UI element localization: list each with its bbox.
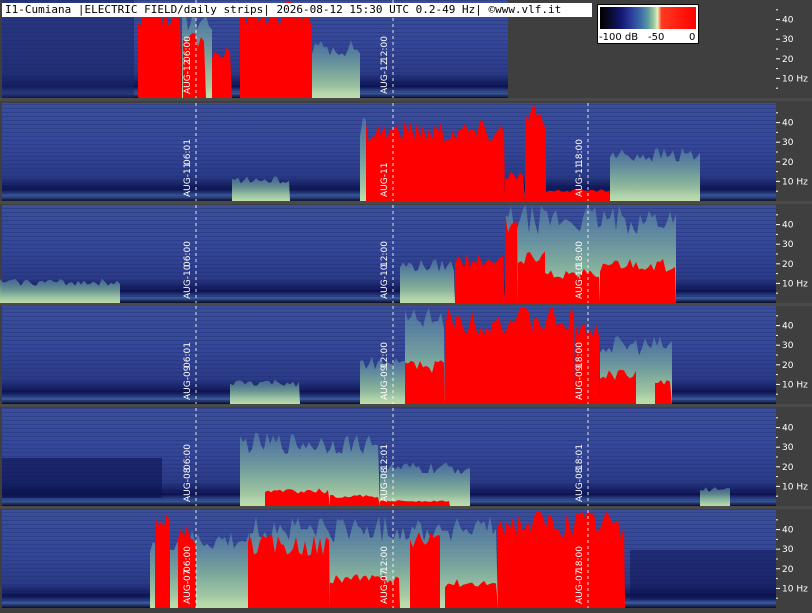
strip-date-label: AUG-10 bbox=[183, 264, 193, 299]
color-scale-legend: -100 dB -50 0 bbox=[597, 4, 699, 44]
strip-time-label: 06:01 bbox=[183, 342, 193, 368]
saturated-band bbox=[405, 360, 445, 404]
strip-time-label: 06:00 bbox=[183, 546, 193, 572]
strip-aug-10: AUG-1006:00AUG-1012:00AUG-1018:004030201… bbox=[0, 205, 812, 306]
strip-date-label: AUG-09 bbox=[575, 365, 585, 400]
axis-tick-label: 20 bbox=[782, 260, 794, 270]
strip-time-label: 12:00 bbox=[380, 241, 390, 267]
strip-date-label: AUG-07 bbox=[575, 570, 585, 604]
axis-tick-label: 30 bbox=[782, 138, 794, 148]
strip-date-label: AUG-10 bbox=[575, 264, 585, 299]
strip-date-label: AUG-12 bbox=[380, 60, 390, 94]
legend-max-label: 0 bbox=[689, 32, 696, 43]
strip-date-label: AUG-09 bbox=[380, 365, 390, 400]
spectrogram-strips: AUG-1206:00AUG-1212:0040302010 HzAUG-110… bbox=[0, 0, 812, 608]
strip-time-label: 18:00 bbox=[575, 546, 585, 572]
strip-time-label: 06:01 bbox=[183, 139, 193, 165]
axis-tick-label: 10 Hz bbox=[782, 380, 808, 390]
frequency-axis: 40 30 20 10 Hz bbox=[776, 519, 808, 599]
strip-date-label: AUG-09 bbox=[183, 365, 193, 400]
night-region bbox=[2, 458, 162, 498]
strip-aug-08: AUG-0806:00AUG-0812:01AUG-0818:014030201… bbox=[0, 408, 812, 509]
noise-band bbox=[0, 278, 120, 303]
strip-time-label: 12:01 bbox=[380, 444, 390, 470]
strip-time-label: 18:00 bbox=[575, 342, 585, 368]
axis-tick-label: 40 bbox=[782, 16, 794, 26]
frequency-axis: 40 30 20 10 Hz bbox=[776, 214, 808, 294]
strip-time-label: 06:00 bbox=[183, 444, 193, 470]
strip-time-label: 12:00 bbox=[380, 36, 390, 62]
night-region bbox=[630, 550, 776, 600]
strip-date-label: AUG-11 bbox=[575, 163, 585, 197]
axis-tick-label: 10 Hz bbox=[782, 279, 808, 289]
strip-separator bbox=[0, 98, 812, 101]
axis-tick-label: 10 Hz bbox=[782, 584, 808, 594]
axis-tick-label: 30 bbox=[782, 545, 794, 555]
axis-tick-label: 40 bbox=[782, 119, 794, 129]
strip-time-label: 12:00 bbox=[380, 546, 390, 572]
strip-date-label: AUG-08 bbox=[575, 467, 585, 502]
color-scale-bar bbox=[600, 7, 696, 29]
strip-separator bbox=[0, 201, 812, 204]
axis-tick-label: 40 bbox=[782, 322, 794, 332]
strip-aug-11: AUG-1106:01AUG-11 AUG-1118:0040302010 Hz bbox=[0, 103, 812, 204]
strip-date-label: AUG-08 bbox=[380, 467, 390, 502]
axis-tick-label: 20 bbox=[782, 158, 794, 168]
strip-time-label: 06:00 bbox=[183, 241, 193, 267]
noise-band bbox=[610, 147, 700, 201]
strip-separator bbox=[0, 404, 812, 407]
axis-tick-label: 20 bbox=[782, 463, 794, 473]
strip-time-label: 18:00 bbox=[575, 139, 585, 165]
strip-time-label: 06:00 bbox=[183, 36, 193, 62]
axis-tick-label: 30 bbox=[782, 341, 794, 351]
strip-aug-07: AUG-0706:00AUG-0712:00AUG-0718:004030201… bbox=[2, 510, 808, 608]
strip-date-label: AUG-07 bbox=[183, 570, 193, 604]
noise-band bbox=[700, 487, 730, 506]
strip-date-label: AUG-11 bbox=[183, 163, 193, 197]
strip-date-label: AUG-07 bbox=[380, 570, 390, 604]
axis-tick-label: 10 Hz bbox=[782, 74, 808, 84]
vlf-spectrogram-page: AUG-12 06:00 AUG-12 12:00 40 30 20 10 Hz AUG-11 0… bbox=[0, 0, 812, 613]
axis-tick-label: 10 Hz bbox=[782, 177, 808, 187]
axis-tick-label: 30 bbox=[782, 443, 794, 453]
axis-tick-label: 10 Hz bbox=[782, 482, 808, 492]
strip-time-label: 18:00 bbox=[575, 241, 585, 267]
frequency-axis: 40 30 20 10 Hz bbox=[776, 417, 808, 497]
axis-tick-label: 40 bbox=[782, 221, 794, 231]
frequency-axis: 40 30 20 10 Hz bbox=[776, 9, 808, 89]
strip-date-label: AUG-08 bbox=[183, 467, 193, 502]
strip-time-label: 18:01 bbox=[575, 444, 585, 470]
legend-mid-label: -50 bbox=[648, 32, 665, 43]
axis-tick-label: 20 bbox=[782, 361, 794, 371]
strip-time-label: 12:00 bbox=[380, 342, 390, 368]
axis-tick-label: 40 bbox=[782, 526, 794, 536]
axis-tick-label: 30 bbox=[782, 35, 794, 45]
strip-separator bbox=[0, 303, 812, 306]
axis-tick-label: 20 bbox=[782, 565, 794, 575]
frequency-axis: 40 30 20 10 Hz bbox=[776, 112, 808, 192]
saturated-band bbox=[155, 513, 170, 608]
frequency-axis: 40 30 20 10 Hz bbox=[776, 315, 808, 395]
strip-date-label: AUG-12 bbox=[183, 60, 193, 94]
saturated-band bbox=[505, 213, 518, 303]
strip-aug-09: AUG-0906:01AUG-0912:00AUG-0918:004030201… bbox=[0, 306, 812, 407]
axis-tick-label: 30 bbox=[782, 240, 794, 250]
strip-date-label: AUG-10 bbox=[380, 264, 390, 299]
chart-title: I1-Cumiana |ELECTRIC FIELD/daily strips|… bbox=[2, 3, 592, 17]
legend-min-label: -100 dB bbox=[599, 32, 639, 43]
strip-date-label: AUG-11 bbox=[380, 163, 390, 197]
axis-tick-label: 20 bbox=[782, 55, 794, 65]
axis-tick-label: 40 bbox=[782, 424, 794, 434]
strip-separator bbox=[0, 506, 812, 509]
